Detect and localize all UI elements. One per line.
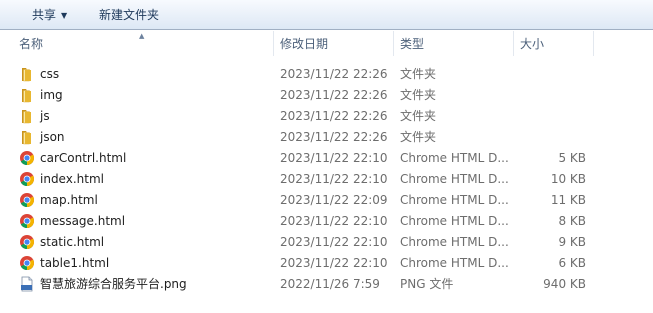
file-date: 2023/11/22 22:10 [280, 235, 388, 249]
file-name: map.html [40, 193, 98, 207]
file-name: static.html [40, 235, 105, 249]
file-size: 5 KB [558, 151, 586, 165]
file-size: 940 KB [543, 277, 586, 291]
file-row[interactable]: static.html 2023/11/22 22:10 Chrome HTML D… [0, 232, 653, 253]
new-folder-label: 新建文件夹 [99, 8, 160, 22]
file-type: 文件夹 [400, 88, 437, 102]
column-date-label: 修改日期 [280, 37, 329, 51]
dropdown-arrow-icon: ▼ [61, 11, 68, 20]
file-name: 智慧旅游综合服务平台.png [40, 277, 187, 291]
file-name: message.html [40, 214, 126, 228]
chrome-icon [19, 192, 35, 208]
file-date: 2023/11/22 22:10 [280, 214, 388, 228]
file-row[interactable]: js 2023/11/22 22:26 文件夹 [0, 106, 653, 127]
file-row[interactable]: css 2023/11/22 22:26 文件夹 [0, 64, 653, 85]
file-size: 6 KB [558, 256, 586, 270]
column-size[interactable]: 大小 [513, 31, 593, 56]
chrome-icon [19, 213, 35, 229]
file-size: 11 KB [550, 193, 586, 207]
file-size: 9 KB [558, 235, 586, 249]
folder-icon [19, 66, 35, 82]
file-type: Chrome HTML D... [400, 235, 509, 249]
folder-icon [19, 87, 35, 103]
file-type: Chrome HTML D... [400, 193, 509, 207]
file-type: PNG 文件 [400, 277, 454, 291]
file-type: Chrome HTML D... [400, 256, 509, 270]
file-row[interactable]: json 2023/11/22 22:26 文件夹 [0, 127, 653, 148]
file-name: table1.html [40, 256, 110, 270]
file-row[interactable]: img 2023/11/22 22:26 文件夹 [0, 85, 653, 106]
file-size [520, 127, 586, 148]
column-name-label: 名称 [19, 37, 44, 51]
file-name: css [40, 67, 60, 81]
file-date: 2023/11/22 22:26 [280, 67, 388, 81]
file-type: Chrome HTML D... [400, 151, 509, 165]
file-row[interactable]: index.html 2023/11/22 22:10 Chrome HTML D.… [0, 169, 653, 190]
file-row[interactable]: map.html 2023/11/22 22:09 Chrome HTML D...… [0, 190, 653, 211]
file-date: 2023/11/22 22:26 [280, 130, 388, 144]
column-name[interactable]: 名称 [13, 31, 273, 56]
file-name: index.html [40, 172, 104, 186]
file-date: 2023/11/22 22:26 [280, 88, 388, 102]
column-size-label: 大小 [520, 37, 545, 51]
file-row[interactable]: 智慧旅游综合服务平台.png 2022/11/26 7:59 PNG 文件 940 K… [0, 274, 653, 295]
column-type[interactable]: 类型 [393, 31, 513, 56]
chrome-icon [19, 234, 35, 250]
file-row[interactable]: carContrl.html 2023/11/22 22:10 Chrome HTM… [0, 148, 653, 169]
chrome-icon [19, 150, 35, 166]
file-size [520, 64, 586, 85]
file-name: js [40, 109, 50, 123]
column-header: ▲ 名称 修改日期 类型 大小 [0, 31, 653, 56]
column-type-label: 类型 [400, 37, 425, 51]
folder-icon [19, 129, 35, 145]
file-list: css 2023/11/22 22:26 文件夹 img 2023/11/22 22:2… [0, 64, 653, 295]
chrome-icon [19, 171, 35, 187]
command-bar: 共享 ▼ 新建文件夹 [0, 0, 653, 30]
folder-icon [19, 108, 35, 124]
file-date: 2023/11/22 22:10 [280, 151, 388, 165]
file-date: 2023/11/22 22:10 [280, 172, 388, 186]
column-date[interactable]: 修改日期 [273, 31, 393, 56]
file-date: 2023/11/22 22:09 [280, 193, 388, 207]
file-size [520, 85, 586, 106]
png-file-icon [19, 276, 35, 292]
file-type: Chrome HTML D... [400, 172, 509, 186]
file-name: json [40, 130, 65, 144]
file-date: 2022/11/26 7:59 [280, 277, 380, 291]
file-size: 8 KB [558, 214, 586, 228]
file-type: 文件夹 [400, 67, 437, 81]
file-name: img [40, 88, 63, 102]
file-row[interactable]: table1.html 2023/11/22 22:10 Chrome HTML D… [0, 253, 653, 274]
file-type: 文件夹 [400, 109, 437, 123]
file-date: 2023/11/22 22:26 [280, 109, 388, 123]
share-label: 共享 [32, 8, 57, 22]
file-name: carContrl.html [40, 151, 127, 165]
column-blank [593, 31, 653, 56]
file-type: Chrome HTML D... [400, 214, 509, 228]
file-size [520, 106, 586, 127]
file-type: 文件夹 [400, 130, 437, 144]
file-size: 10 KB [550, 172, 586, 186]
share-button[interactable]: 共享 ▼ [32, 5, 67, 25]
new-folder-button[interactable]: 新建文件夹 [99, 5, 159, 25]
file-date: 2023/11/22 22:10 [280, 256, 388, 270]
chrome-icon [19, 255, 35, 271]
file-row[interactable]: message.html 2023/11/22 22:10 Chrome HTML … [0, 211, 653, 232]
